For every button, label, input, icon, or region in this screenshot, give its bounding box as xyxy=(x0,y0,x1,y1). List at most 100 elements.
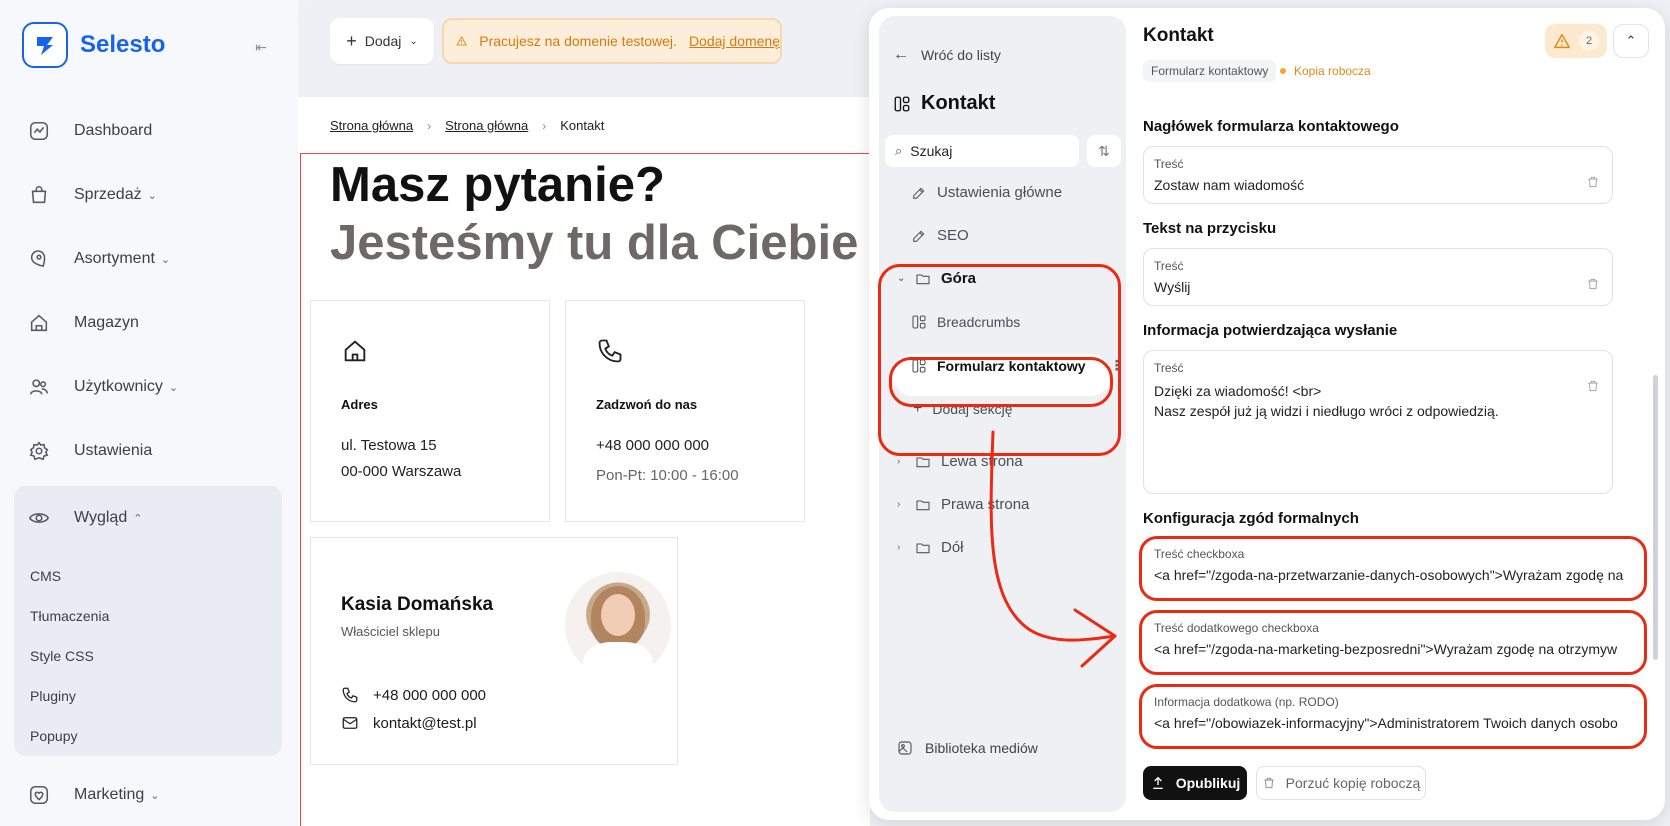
field-label: Treść checkboxa xyxy=(1154,547,1245,561)
tag-icon xyxy=(30,250,46,268)
sort-button[interactable]: ⇅ xyxy=(1087,135,1121,167)
nav-item-appearance[interactable]: Wygląd ⌃ xyxy=(14,486,282,550)
back-to-list-button[interactable]: ← Wróć do listy xyxy=(893,46,1001,64)
owner-name: Kasia Domańska xyxy=(341,594,494,615)
chevron-right-icon: › xyxy=(542,118,547,133)
section-type-tag: Formularz kontaktowy xyxy=(1143,60,1277,82)
chart-line-icon xyxy=(29,121,49,141)
phone-card: Zadzwoń do nas +48 000 000 000 Pon-Pt: 1… xyxy=(565,300,805,522)
breadcrumb-current: Kontakt xyxy=(560,118,605,133)
breadcrumb-link[interactable]: Strona główna xyxy=(445,118,528,133)
discard-draft-button[interactable]: Porzuć kopię roboczą xyxy=(1256,766,1426,800)
main-nav: Dashboard Sprzedaż ⌄ Asortyment ⌄ Magazy… xyxy=(0,99,298,483)
chevron-down-icon: ⌄ xyxy=(409,35,418,47)
nav-item-settings[interactable]: Ustawienia xyxy=(0,419,298,483)
owner-email: kontakt@test.pl xyxy=(373,714,477,732)
folder-icon xyxy=(916,542,930,553)
button-text-field[interactable]: Treść Wyślij xyxy=(1143,248,1613,306)
warnings-badge[interactable]: 2 xyxy=(1545,24,1607,58)
trash-icon[interactable] xyxy=(1586,379,1600,398)
tree-item-right[interactable]: › Prawa strona xyxy=(897,496,1029,513)
nav-item-dashboard[interactable]: Dashboard xyxy=(0,99,298,163)
subnav-item-popups[interactable]: Popupy xyxy=(30,716,282,756)
tree-search-input[interactable]: ⌕ Szukaj xyxy=(885,135,1079,167)
field-value-line: Dzięki za wiadomość! <br> xyxy=(1154,383,1322,399)
users-icon xyxy=(29,379,49,395)
extra-checkbox-field[interactable]: Treść dodatkowego checkboxa <a href="/zg… xyxy=(1139,610,1647,675)
draft-status: Kopia robocza xyxy=(1280,60,1371,82)
card-title: Adres xyxy=(341,397,378,412)
tree-item-label: Prawa strona xyxy=(941,496,1030,513)
shopping-bag-icon xyxy=(31,186,47,204)
tree-item-seo[interactable]: SEO xyxy=(911,227,969,244)
warning-text: Pracujesz na domenie testowej. xyxy=(479,33,677,49)
field-value-line: Nasz zespół już ją widzi i niedługo wróc… xyxy=(1154,403,1499,419)
owner-card: Kasia Domańska Właściciel sklepu +48 000… xyxy=(310,537,678,765)
tree-title: Kontakt xyxy=(893,92,995,115)
collapse-panel-button[interactable]: ⌃ xyxy=(1613,24,1649,58)
subnav-item-css[interactable]: Style CSS xyxy=(30,636,282,676)
publish-button[interactable]: Opublikuj xyxy=(1143,766,1247,800)
tree-item-bottom[interactable]: › Dół xyxy=(897,539,964,556)
topbar: + Dodaj ⌄ Pracujesz na domenie testowej.… xyxy=(298,0,870,97)
trash-icon xyxy=(1264,777,1274,789)
header-text-field[interactable]: Treść Zostaw nam wiadomość xyxy=(1143,146,1613,204)
plus-icon: + xyxy=(346,30,357,51)
chevron-down-icon: ⌄ xyxy=(150,789,160,802)
chevron-down-icon: ⌄ xyxy=(168,381,179,394)
chevron-right-icon: › xyxy=(897,456,901,467)
nav-item-users[interactable]: Użytkownicy ⌄ xyxy=(0,355,298,419)
nav-label: Wygląd xyxy=(74,509,128,526)
layout-icon xyxy=(894,96,910,111)
address-card: Adres ul. Testowa 15 00-000 Warszawa xyxy=(310,300,550,522)
rodo-info-field[interactable]: Informacja dodatkowa (np. RODO) <a href=… xyxy=(1139,684,1647,749)
trash-icon[interactable] xyxy=(1586,277,1600,296)
chevron-down-icon: ⌄ xyxy=(147,189,157,202)
edit-icon xyxy=(913,187,925,199)
tree-item-main-settings[interactable]: Ustawienia główne xyxy=(911,184,1062,201)
field-label: Treść xyxy=(1154,259,1184,273)
consent-checkbox-field[interactable]: Treść checkboxa <a href="/zgoda-na-przet… xyxy=(1139,536,1647,601)
publish-label: Opublikuj xyxy=(1175,775,1241,791)
nav-item-marketing[interactable]: Marketing ⌄ xyxy=(0,763,159,826)
subnav-item-plugins[interactable]: Pluginy xyxy=(30,676,282,716)
test-domain-banner: Pracujesz na domenie testowej. Dodaj dom… xyxy=(442,18,782,64)
nav-item-warehouse[interactable]: Magazyn xyxy=(0,291,298,355)
field-label: Treść xyxy=(1154,361,1184,375)
back-label: Wróć do listy xyxy=(921,47,1001,63)
nav-item-sales[interactable]: Sprzedaż ⌄ xyxy=(0,163,298,227)
nav-label: Marketing xyxy=(74,786,145,803)
trash-icon[interactable] xyxy=(1586,175,1600,194)
hero-subtitle: Jesteśmy tu dla Ciebie xyxy=(330,216,859,270)
editor-scrollbar[interactable] xyxy=(1653,375,1658,660)
phone-icon xyxy=(342,687,358,703)
editor-title: Kontakt xyxy=(1143,25,1214,46)
section-title-confirm: Informacja potwierdzająca wysłanie xyxy=(1143,322,1398,339)
arrow-left-icon: ← xyxy=(893,46,909,63)
chevron-up-icon: ⌃ xyxy=(1625,33,1637,48)
search-placeholder: Szukaj xyxy=(910,143,953,159)
confirm-text-field[interactable]: Treść Dzięki za wiadomość! <br> Nasz zes… xyxy=(1143,350,1613,494)
field-value: <a href="/zgoda-na-przetwarzanie-danych-… xyxy=(1154,567,1624,583)
warning-icon xyxy=(1554,33,1570,49)
section-title-header: Nagłówek formularza kontaktowego xyxy=(1143,118,1399,135)
subnav-item-translations[interactable]: Tłumaczenia xyxy=(30,596,282,636)
tree-item-label: Ustawienia główne xyxy=(937,184,1063,201)
phone-number: +48 000 000 000 xyxy=(596,437,710,454)
edit-icon xyxy=(913,230,925,242)
upload-icon xyxy=(1153,776,1163,789)
brand-logo[interactable]: Selesto xyxy=(22,22,165,68)
owner-role: Właściciel sklepu xyxy=(341,624,440,639)
add-domain-link[interactable]: Dodaj domenę xyxy=(689,33,780,49)
nav-item-assortment[interactable]: Asortyment ⌄ xyxy=(0,227,298,291)
opening-hours: Pon-Pt: 10:00 - 16:00 xyxy=(596,467,739,484)
card-title: Zadzwoń do nas xyxy=(596,397,698,412)
subnav-item-cms[interactable]: CMS xyxy=(30,556,282,596)
collapse-sidebar-button[interactable]: ⇤ xyxy=(250,36,272,58)
breadcrumb-link[interactable]: Strona główna xyxy=(330,118,413,133)
draft-status-label: Kopia robocza xyxy=(1294,64,1371,78)
media-library-button[interactable]: Biblioteka mediów xyxy=(897,740,1038,756)
address-line: 00-000 Warszawa xyxy=(341,463,462,480)
folder-icon xyxy=(916,499,930,510)
add-button[interactable]: + Dodaj ⌄ xyxy=(330,18,434,64)
